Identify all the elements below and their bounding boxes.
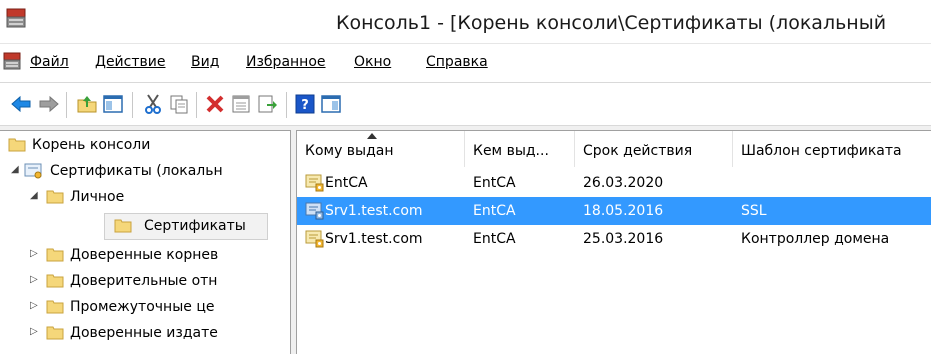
folder-icon xyxy=(46,300,64,314)
certificate-icon xyxy=(305,174,324,192)
menu-bar: Файл Действие Вид Избранное Окно Справка xyxy=(0,44,931,82)
tree-item-certificates[interactable]: Сертификаты xyxy=(0,214,290,240)
menu-view[interactable]: Вид xyxy=(191,54,219,70)
mmc-app-icon xyxy=(6,8,26,28)
column-header-issued-by[interactable]: Кем выд... xyxy=(465,131,575,167)
sort-ascending-icon xyxy=(367,133,377,139)
show-hide-tree-icon[interactable] xyxy=(102,93,124,115)
tree-item-intermediate[interactable]: ▷ Промежуточные це xyxy=(0,295,290,321)
certificate-list: Кому выдан Кем выд... Срок действия Шабл… xyxy=(296,130,931,354)
toolbar: ? xyxy=(0,82,931,126)
column-label: Срок действия xyxy=(583,143,693,159)
system-menu-icon[interactable] xyxy=(3,52,21,70)
column-header-issued-to[interactable]: Кому выдан xyxy=(297,131,465,167)
tree-item-label: Сертификаты xyxy=(144,218,246,234)
folder-icon xyxy=(46,274,64,288)
folder-icon xyxy=(46,248,64,262)
tree-item-label: Промежуточные це xyxy=(70,299,215,315)
column-label: Шаблон сертификата xyxy=(741,143,902,159)
tree-item-label: Корень консоли xyxy=(32,137,151,153)
expanded-arrow-icon[interactable]: ◢ xyxy=(11,165,21,175)
collapsed-arrow-icon[interactable]: ▷ xyxy=(30,275,40,285)
folder-icon xyxy=(114,219,132,233)
tree-item-trusted-root[interactable]: ▷ Доверенные корнев xyxy=(0,243,290,269)
column-header-expiration[interactable]: Срок действия xyxy=(575,131,733,167)
collapsed-arrow-icon[interactable]: ▷ xyxy=(30,249,40,259)
toolbar-separator xyxy=(286,92,287,118)
column-header-template[interactable]: Шаблон сертификата xyxy=(733,131,931,167)
tree-item-personal[interactable]: ◢ Личное xyxy=(0,185,290,211)
delete-icon[interactable] xyxy=(204,93,226,115)
column-label: Кем выд... xyxy=(473,143,549,159)
cell-issued-by: EntCA xyxy=(473,231,516,247)
cell-expiration: 26.03.2020 xyxy=(583,175,664,191)
cell-issued-by: EntCA xyxy=(473,175,516,191)
window-title: Консоль1 - [Корень консоли\Сертификаты (… xyxy=(336,12,887,34)
cell-issued-to: Srv1.test.com xyxy=(325,231,423,247)
svg-text:?: ? xyxy=(301,98,309,113)
expanded-arrow-icon[interactable]: ◢ xyxy=(30,191,40,201)
folder-icon xyxy=(46,326,64,340)
up-folder-icon[interactable] xyxy=(76,93,98,115)
menu-window[interactable]: Окно xyxy=(354,54,391,70)
cell-issued-by: EntCA xyxy=(473,203,516,219)
cell-issued-to: EntCA xyxy=(325,175,368,191)
tree-item-label: Личное xyxy=(70,189,125,205)
tree-item-label: Доверенные издате xyxy=(70,325,218,341)
table-row-selected[interactable]: Srv1.test.com EntCA 18.05.2016 SSL xyxy=(297,197,931,225)
folder-icon xyxy=(46,190,64,204)
show-action-pane-icon[interactable] xyxy=(320,93,342,115)
menu-help[interactable]: Справка xyxy=(426,54,488,70)
cell-expiration: 18.05.2016 xyxy=(583,203,664,219)
toolbar-separator xyxy=(66,92,67,118)
cell-expiration: 25.03.2016 xyxy=(583,231,664,247)
table-row[interactable]: EntCA EntCA 26.03.2020 xyxy=(297,169,931,197)
console-tree: Корень консоли ◢ Сертификаты (локальн ◢ … xyxy=(0,130,291,354)
collapsed-arrow-icon[interactable]: ▷ xyxy=(30,301,40,311)
tree-item-console-root[interactable]: Корень консоли xyxy=(0,133,290,159)
cut-icon[interactable] xyxy=(142,93,164,115)
tree-item-trusted-publishers[interactable]: ▷ Доверенные издате xyxy=(0,321,290,347)
tree-item-label: Доверенные корнев xyxy=(70,247,219,263)
menu-file[interactable]: Файл xyxy=(30,54,69,70)
folder-icon xyxy=(8,138,26,152)
forward-icon[interactable] xyxy=(38,93,60,115)
column-label: Кому выдан xyxy=(305,143,394,159)
certificate-icon xyxy=(305,230,324,248)
tree-item-certificates-local[interactable]: ◢ Сертификаты (локальн xyxy=(0,159,290,185)
title-bar: Консоль1 - [Корень консоли\Сертификаты (… xyxy=(0,0,931,44)
cell-template: SSL xyxy=(741,203,767,219)
menu-favorites[interactable]: Избранное xyxy=(246,54,326,70)
certificate-icon xyxy=(305,202,324,220)
back-icon[interactable] xyxy=(10,93,32,115)
export-list-icon[interactable] xyxy=(256,93,278,115)
tree-item-label: Сертификаты (локальн xyxy=(50,163,223,179)
toolbar-separator xyxy=(132,92,133,118)
table-row[interactable]: Srv1.test.com EntCA 25.03.2016 Контролле… xyxy=(297,225,931,253)
toolbar-separator xyxy=(196,92,197,118)
certificate-store-icon xyxy=(24,163,42,179)
collapsed-arrow-icon[interactable]: ▷ xyxy=(30,327,40,337)
cell-template: Контроллер домена xyxy=(741,231,890,247)
cell-issued-to: Srv1.test.com xyxy=(325,203,423,219)
tree-item-label: Доверительные отн xyxy=(70,273,218,289)
tree-item-enterprise-trust[interactable]: ▷ Доверительные отн xyxy=(0,269,290,295)
copy-icon[interactable] xyxy=(168,93,190,115)
help-icon[interactable]: ? xyxy=(294,93,316,115)
properties-icon[interactable] xyxy=(230,93,252,115)
menu-action[interactable]: Действие xyxy=(95,54,165,70)
